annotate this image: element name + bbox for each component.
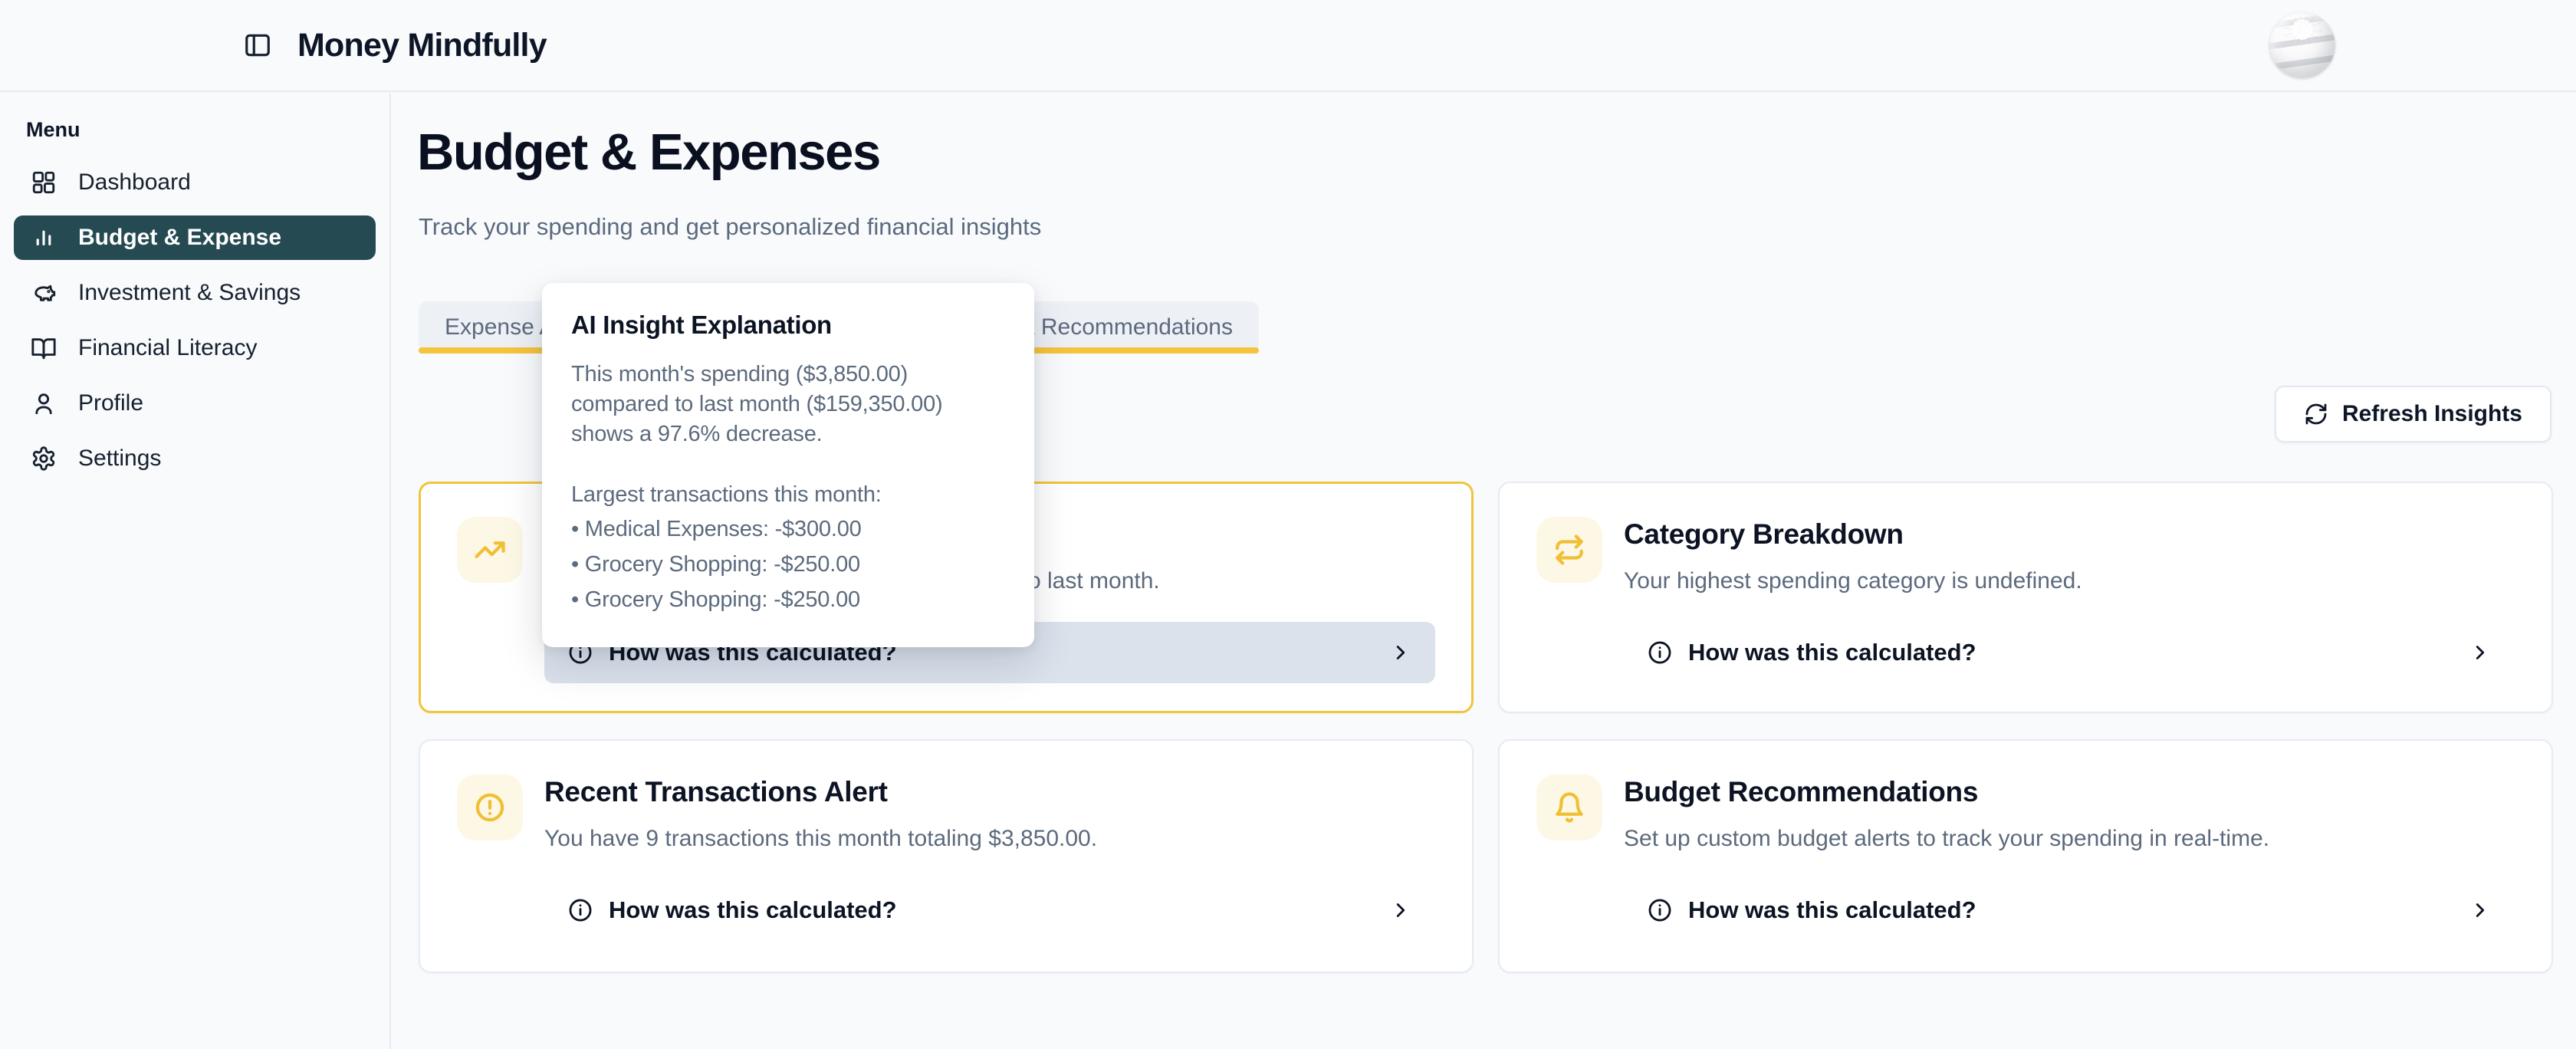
refresh-icon [2304, 402, 2328, 426]
sidebar-section-label: Menu [26, 118, 376, 142]
card-content: Budget Recommendations Set up custom bud… [1624, 774, 2515, 972]
chevron-right-icon [1389, 899, 1412, 922]
sidebar: Menu Dashboard Budget & Expense [0, 94, 391, 1049]
user-icon [31, 390, 58, 417]
chevron-right-icon [2469, 641, 2492, 664]
sidebar-toggle-button[interactable] [235, 22, 281, 68]
sidebar-item-financial-literacy[interactable]: Financial Literacy [14, 326, 376, 370]
ai-insight-transactions-heading: Largest transactions this month: [571, 480, 1005, 510]
ai-insight-popover: AI Insight Explanation This month's spen… [542, 283, 1034, 647]
bell-icon [1553, 791, 1585, 824]
sidebar-item-label: Investment & Savings [78, 280, 301, 306]
card-category-breakdown: Category Breakdown Your highest spending… [1498, 482, 2553, 713]
panel-left-icon [243, 31, 272, 60]
sidebar-item-settings[interactable]: Settings [14, 436, 376, 481]
card-recent-transactions-alert: Recent Transactions Alert You have 9 tra… [419, 739, 1474, 973]
card-title: Category Breakdown [1624, 517, 2515, 552]
sidebar-item-profile[interactable]: Profile [14, 381, 376, 426]
sidebar-item-investment-savings[interactable]: Investment & Savings [14, 271, 376, 315]
sidebar-item-label: Dashboard [78, 169, 191, 196]
how-calculated-label: How was this calculated? [1688, 639, 1976, 666]
sidebar-nav: Dashboard Budget & Expense Investme [14, 160, 376, 481]
app-title: Money Mindfully [297, 27, 547, 64]
info-icon [1647, 897, 1673, 923]
how-calculated-label: How was this calculated? [609, 896, 897, 924]
how-calculated-row[interactable]: How was this calculated? [544, 880, 1435, 941]
chevron-right-icon [2469, 899, 2492, 922]
alert-circle-icon [474, 791, 506, 824]
layout-grid-icon [31, 169, 58, 196]
sidebar-item-dashboard[interactable]: Dashboard [14, 160, 376, 205]
app-root: Money Mindfully Menu Dashboard [0, 0, 2576, 1049]
how-calculated-row[interactable]: How was this calculated? [1624, 622, 2515, 683]
page-subtitle: Track your spending and get personalized… [419, 213, 1041, 241]
card-title: Budget Recommendations [1624, 774, 2515, 810]
page-title: Budget & Expenses [417, 123, 880, 182]
app-header: Money Mindfully [0, 0, 2576, 92]
info-icon [1647, 640, 1673, 666]
sidebar-item-label: Budget & Expense [78, 225, 281, 251]
piggy-bank-icon [31, 279, 58, 307]
card-budget-recommendations: Budget Recommendations Set up custom bud… [1498, 739, 2553, 973]
ai-insight-transaction: • Grocery Shopping: -$250.00 [571, 586, 1005, 615]
book-open-icon [31, 334, 58, 362]
user-avatar[interactable] [2269, 12, 2335, 78]
card-icon-box [1536, 774, 1602, 840]
ai-insight-transaction: • Medical Expenses: -$300.00 [571, 515, 1005, 544]
ai-insight-title: AI Insight Explanation [571, 311, 1005, 340]
ai-insight-transaction: • Grocery Shopping: -$250.00 [571, 551, 1005, 580]
card-icon-box [1536, 517, 1602, 583]
bar-chart-icon [31, 224, 58, 252]
sidebar-item-budget-expense[interactable]: Budget & Expense [14, 215, 376, 260]
chevron-right-icon [1389, 641, 1412, 664]
card-content: Recent Transactions Alert You have 9 tra… [544, 774, 1435, 972]
card-icon-box [457, 517, 523, 583]
refresh-insights-button[interactable]: Refresh Insights [2275, 386, 2551, 442]
card-content: Category Breakdown Your highest spending… [1624, 517, 2515, 712]
info-icon [567, 897, 593, 923]
refresh-insights-label: Refresh Insights [2342, 401, 2522, 427]
sidebar-item-label: Profile [78, 390, 143, 416]
repeat-icon [1553, 534, 1585, 566]
sidebar-item-label: Financial Literacy [78, 335, 257, 361]
card-title: Recent Transactions Alert [544, 774, 1435, 810]
gear-icon [31, 445, 58, 472]
card-icon-box [457, 774, 523, 840]
sidebar-item-label: Settings [78, 446, 161, 472]
how-calculated-label: How was this calculated? [1688, 896, 1976, 924]
trending-up-icon [474, 534, 506, 566]
card-description: Your highest spending category is undefi… [1624, 566, 2515, 596]
ai-insight-body: This month's spending ($3,850.00) compar… [571, 360, 1005, 449]
card-description: Set up custom budget alerts to track you… [1624, 824, 2515, 853]
how-calculated-row[interactable]: How was this calculated? [1624, 880, 2515, 941]
card-description: You have 9 transactions this month total… [544, 824, 1435, 853]
